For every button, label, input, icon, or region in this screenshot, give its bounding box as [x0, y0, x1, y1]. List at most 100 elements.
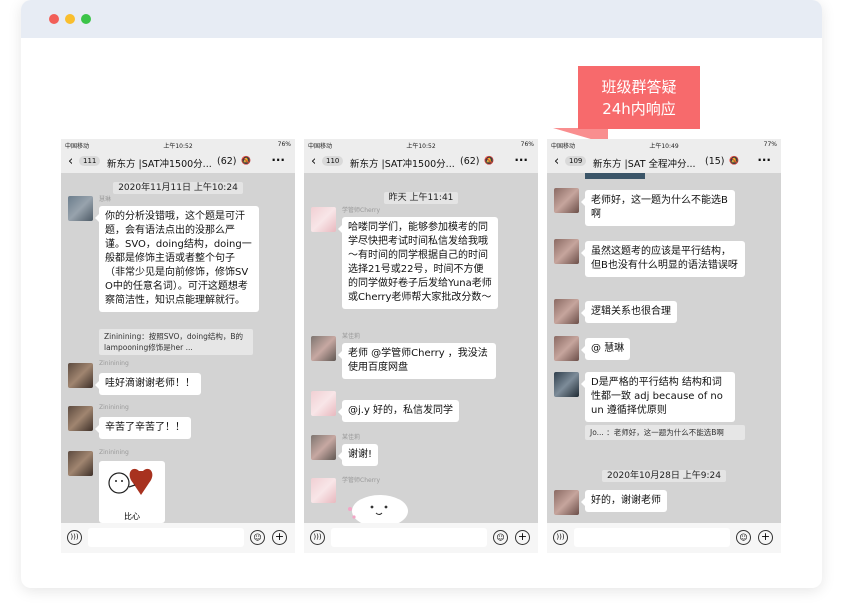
avatar[interactable]	[554, 490, 579, 515]
more-icon[interactable]: ···	[514, 153, 528, 167]
member-count: (62)	[217, 156, 237, 167]
avatar[interactable]	[311, 336, 336, 361]
message-bubble[interactable]: @j.y 好的，私信发同学	[337, 400, 460, 422]
close-dot-icon[interactable]	[49, 14, 59, 24]
phone-screen-1: 中国移动 上午10:52 76% ‹ 111 新东方 |SAT冲1500分...…	[61, 139, 295, 553]
message-bubble[interactable]: 好的，谢谢老师	[581, 490, 667, 512]
chat-header: ‹ 109 新东方 |SAT 全程冲分... (15) 🔕 ···	[547, 151, 781, 173]
avatar[interactable]	[68, 196, 93, 221]
sheep-sticker-icon	[348, 495, 408, 523]
timestamp: 昨天 上午11:41	[304, 185, 538, 204]
emoji-icon[interactable]: ☺	[736, 530, 751, 545]
clock-label: 上午10:49	[649, 143, 679, 150]
message-bubble[interactable]: 谢谢!	[337, 444, 379, 466]
message-bubble[interactable]: 哇好滴谢谢老师！！	[95, 373, 201, 395]
voice-icon[interactable]: )))	[67, 530, 82, 545]
timestamp: 2020年10月28日 上午9:24	[547, 463, 781, 482]
member-count: (15)	[705, 156, 725, 167]
quoted-reply[interactable]: Jo... ：老师好，这一题为什么不能选B啊	[585, 425, 745, 440]
avatar[interactable]	[68, 363, 93, 388]
clock-label: 上午10:52	[406, 143, 436, 150]
avatar[interactable]	[311, 391, 336, 416]
back-chevron-icon[interactable]: ‹	[311, 154, 316, 169]
sender-name: 某佳莉	[342, 434, 361, 441]
emoji-icon[interactable]: ☺	[493, 530, 508, 545]
unread-badge: 111	[79, 156, 101, 166]
chat-area[interactable]: 2020年11月11日 上午10:24 慧琳 你的分析没错哦，这个题是可汗题，会…	[61, 173, 295, 523]
more-icon[interactable]: ···	[271, 153, 285, 167]
sticker-caption: 比心	[124, 512, 140, 521]
maximize-dot-icon[interactable]	[81, 14, 91, 24]
sender-name: Zininining	[99, 404, 129, 411]
avatar[interactable]	[554, 188, 579, 213]
message-bubble[interactable]: 你的分析没错哦，这个题是可汗题，会有语法点出的没那么严谨。SVO，doing结构…	[95, 206, 259, 312]
avatar[interactable]	[554, 299, 579, 324]
sender-name: Zininining	[99, 449, 129, 456]
callout-line-2: 24h内响应	[602, 100, 676, 118]
unread-badge: 110	[322, 156, 344, 166]
mute-icon: 🔕	[484, 156, 494, 165]
avatar[interactable]	[68, 406, 93, 431]
message-bubble[interactable]: @ 慧琳	[580, 338, 631, 360]
window-titlebar	[21, 0, 822, 38]
avatar[interactable]	[554, 336, 579, 361]
input-bar: ))) ☺ +	[304, 523, 538, 553]
message-bubble[interactable]: 辛苦了辛苦了！！	[95, 417, 191, 439]
plus-icon[interactable]: +	[272, 530, 287, 545]
member-count: (62)	[460, 156, 480, 167]
back-chevron-icon[interactable]: ‹	[68, 154, 73, 169]
heart-sticker-icon	[108, 468, 153, 495]
phone-screen-3: 中国移动 上午10:49 77% ‹ 109 新东方 |SAT 全程冲分... …	[547, 139, 781, 553]
unread-badge: 109	[565, 156, 587, 166]
message-bubble[interactable]: 哈喽同学们，能够参加模考的同学尽快把考试时间私信发给我哦～有时间的同学根据自己的…	[338, 217, 498, 309]
message-bubble[interactable]: 逻辑关系也很合理	[581, 301, 677, 323]
sender-name: 学管师Cherry	[342, 477, 381, 484]
avatar[interactable]	[68, 451, 93, 476]
emoji-icon[interactable]: ☺	[250, 530, 265, 545]
sticker-image[interactable]	[342, 487, 412, 523]
message-input[interactable]	[88, 528, 244, 547]
avatar[interactable]	[311, 435, 336, 460]
battery-label: 76%	[520, 141, 534, 148]
phone-screen-2: 中国移动 上午10:52 76% ‹ 110 新东方 |SAT冲1500分...…	[304, 139, 538, 553]
mute-icon: 🔕	[241, 156, 251, 165]
chat-header: ‹ 110 新东方 |SAT冲1500分... (62) 🔕 ···	[304, 151, 538, 173]
input-bar: ))) ☺ +	[61, 523, 295, 553]
status-bar: 中国移动 上午10:52 76%	[61, 139, 295, 151]
status-bar: 中国移动 上午10:52 76%	[304, 139, 538, 151]
sender-name: 某佳莉	[342, 333, 361, 340]
message-input[interactable]	[574, 528, 730, 547]
previous-image-edge	[585, 173, 645, 179]
chat-title: 新东方 |SAT冲1500分...	[107, 159, 212, 170]
more-icon[interactable]: ···	[757, 153, 771, 167]
quoted-reply[interactable]: Zininining：按照SVO，doing结构，B的lampooning修饰是…	[99, 329, 253, 355]
plus-icon[interactable]: +	[758, 530, 773, 545]
plus-icon[interactable]: +	[515, 530, 530, 545]
voice-icon[interactable]: )))	[553, 530, 568, 545]
chat-area[interactable]: 老师好，这一题为什么不能选B啊 虽然这题考的应该是平行结构，但B也没有什么明显的…	[547, 173, 781, 523]
callout-line-1: 班级群答疑	[601, 78, 677, 96]
sender-name: 学管师Cherry	[342, 207, 381, 214]
sticker-image[interactable]: 比心	[99, 461, 165, 523]
message-input[interactable]	[331, 528, 487, 547]
battery-label: 77%	[763, 141, 777, 148]
message-bubble[interactable]: 老师 @学管师Cherry ，我没法使用百度网盘	[338, 343, 496, 379]
avatar[interactable]	[554, 239, 579, 264]
voice-icon[interactable]: )))	[310, 530, 325, 545]
message-bubble[interactable]: 老师好，这一题为什么不能选B啊	[581, 190, 735, 226]
minimize-dot-icon[interactable]	[65, 14, 75, 24]
avatar[interactable]	[311, 207, 336, 232]
input-bar: ))) ☺ +	[547, 523, 781, 553]
avatar[interactable]	[554, 372, 579, 397]
chat-title: 新东方 |SAT 全程冲分...	[593, 159, 696, 170]
back-chevron-icon[interactable]: ‹	[554, 154, 559, 169]
avatar[interactable]	[311, 478, 336, 503]
message-bubble[interactable]: D是严格的平行结构 结构和词性都一致 adj because of noun 遵…	[581, 372, 735, 422]
chat-title: 新东方 |SAT冲1500分...	[350, 159, 455, 170]
message-bubble[interactable]: 虽然这题考的应该是平行结构，但B也没有什么明显的语法错误呀	[581, 241, 745, 277]
chat-header: ‹ 111 新东方 |SAT冲1500分... (62) 🔕 ···	[61, 151, 295, 173]
chat-area[interactable]: 昨天 上午11:41 学管师Cherry 哈喽同学们，能够参加模考的同学尽快把考…	[304, 173, 538, 523]
status-bar: 中国移动 上午10:49 77%	[547, 139, 781, 151]
sender-name: Zininining	[99, 360, 129, 367]
sender-name: 慧琳	[99, 196, 112, 203]
